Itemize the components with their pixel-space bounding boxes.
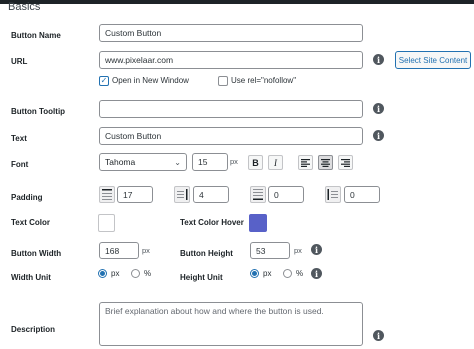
nofollow-label: Use rel="nofollow" xyxy=(231,76,297,85)
info-icon[interactable]: i xyxy=(373,103,384,114)
description-label: Description xyxy=(11,325,56,334)
align-right-icon xyxy=(341,158,350,167)
text-color-label: Text Color xyxy=(11,218,50,227)
text-color-hover-swatch[interactable] xyxy=(249,214,267,232)
check-icon: ✓ xyxy=(100,76,108,85)
height-unit-px-radio[interactable] xyxy=(250,269,259,278)
tooltip-input[interactable] xyxy=(99,100,363,118)
italic-button[interactable]: I xyxy=(268,155,283,170)
description-textarea[interactable] xyxy=(99,302,363,346)
padding-right-icon xyxy=(174,186,190,203)
width-unit-px-label: px xyxy=(111,269,120,278)
padding-label: Padding xyxy=(11,193,43,202)
button-name-input[interactable]: Custom Button xyxy=(99,24,363,42)
button-width-input[interactable]: 168 xyxy=(99,242,139,259)
align-right-button[interactable] xyxy=(338,155,353,170)
section-title: Basics xyxy=(8,1,41,13)
open-new-window-label: Open in New Window xyxy=(112,76,189,85)
text-input[interactable]: Custom Button xyxy=(99,127,363,145)
height-unit-percent-label: % xyxy=(296,269,304,278)
info-icon[interactable]: i xyxy=(311,268,322,279)
text-color-swatch[interactable] xyxy=(98,214,115,232)
select-site-content-button[interactable]: Select Site Content xyxy=(395,51,471,69)
font-size-unit: px xyxy=(230,157,238,166)
text-color-hover-label: Text Color Hover xyxy=(180,218,244,227)
info-icon[interactable]: i xyxy=(373,130,384,141)
height-unit-px-label: px xyxy=(263,269,272,278)
nofollow-checkbox[interactable] xyxy=(218,76,228,86)
padding-top-input[interactable]: 17 xyxy=(117,186,153,203)
open-new-window-checkbox[interactable]: ✓ xyxy=(99,76,109,86)
width-unit-px-radio[interactable] xyxy=(98,269,107,278)
button-height-label: Button Height xyxy=(180,249,233,258)
height-unit-percent-radio[interactable] xyxy=(283,269,292,278)
url-label: URL xyxy=(11,57,28,66)
width-unit-percent-label: % xyxy=(144,269,152,278)
padding-bottom-input[interactable]: 0 xyxy=(268,186,304,203)
bold-button[interactable]: B xyxy=(248,155,263,170)
align-center-icon xyxy=(321,158,330,167)
button-width-label: Button Width xyxy=(11,249,62,258)
padding-top-icon xyxy=(99,186,115,203)
align-left-button[interactable] xyxy=(298,155,313,170)
tooltip-label: Button Tooltip xyxy=(11,107,66,116)
padding-left-input[interactable]: 0 xyxy=(344,186,380,203)
chevron-down-icon: ⌄ xyxy=(174,157,181,167)
info-icon[interactable]: i xyxy=(373,54,384,65)
button-width-unit: px xyxy=(142,246,150,255)
button-name-label: Button Name xyxy=(11,31,61,40)
width-unit-label: Width Unit xyxy=(11,273,51,282)
width-unit-percent-radio[interactable] xyxy=(131,269,140,278)
align-center-button[interactable] xyxy=(318,155,333,170)
align-left-icon xyxy=(301,158,310,167)
font-size-input[interactable]: 15 xyxy=(192,153,228,171)
top-admin-bar xyxy=(0,0,474,4)
height-unit-label: Height Unit xyxy=(180,273,223,282)
font-family-select[interactable]: Tahoma ⌄ xyxy=(99,153,187,171)
button-height-unit: px xyxy=(294,246,302,255)
button-height-input[interactable]: 53 xyxy=(250,242,290,259)
info-icon[interactable]: i xyxy=(311,244,322,255)
text-label: Text xyxy=(11,134,27,143)
padding-bottom-icon xyxy=(250,186,266,203)
url-input[interactable]: www.pixelaar.com xyxy=(99,51,363,69)
font-label: Font xyxy=(11,160,29,169)
info-icon[interactable]: i xyxy=(373,330,384,341)
padding-left-icon xyxy=(325,186,341,203)
font-family-value: Tahoma xyxy=(105,157,136,167)
padding-right-input[interactable]: 4 xyxy=(193,186,229,203)
